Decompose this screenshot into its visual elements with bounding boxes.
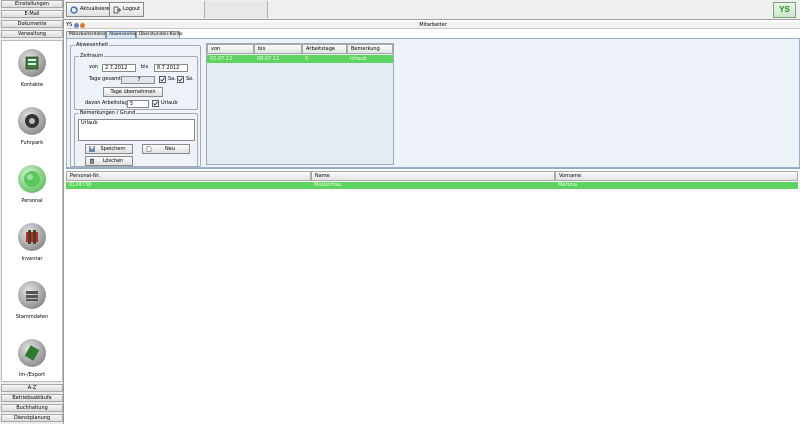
- module-label: Im-/Export: [18, 372, 46, 378]
- saturday-checkbox[interactable]: [159, 76, 166, 83]
- absence-col-bis[interactable]: bis: [254, 44, 302, 54]
- left-navigation: Einstellungen E-Mail Dokumente Verwaltun…: [0, 0, 64, 424]
- from-label: von: [89, 64, 99, 70]
- module-label: Personal: [21, 198, 43, 204]
- new-document-icon: [146, 146, 152, 152]
- absence-col-bemerkung[interactable]: Bemerkung: [347, 44, 393, 54]
- check-icon: [153, 101, 158, 106]
- absence-cell-von: 02.07.12: [210, 56, 233, 62]
- check-icon: [160, 77, 165, 82]
- nav-betriebsablaeufe[interactable]: Betriebsabläufe: [1, 394, 63, 402]
- period-group: Zeitraum von 2.7.2012 bis 8.7.2012 Tage …: [74, 53, 198, 110]
- delete-button[interactable]: Löschen: [85, 156, 133, 166]
- employee-cell-vorname: Martina: [558, 182, 578, 188]
- apply-days-button[interactable]: Tage übernehmen: [103, 87, 163, 97]
- absence-col-von[interactable]: von: [207, 44, 254, 54]
- workdays-label: davon Arbeitstage: [85, 100, 131, 106]
- module-label: Kontakte: [20, 82, 44, 88]
- nav-verwaltung[interactable]: Verwaltung: [1, 30, 63, 38]
- app-logo: YS: [773, 2, 796, 18]
- nav-dienstplanung[interactable]: Dienstplanung: [1, 414, 63, 422]
- remarks-group: Bemerkungen / Grund Urlaub Speichern Neu…: [74, 110, 198, 167]
- period-group-title: Zeitraum: [79, 53, 105, 59]
- sunday-label: So.: [186, 76, 194, 82]
- employee-cell-personal-nr: 0124738: [69, 182, 92, 188]
- absence-col-arbeitstage[interactable]: Arbeitstage: [302, 44, 347, 54]
- toolbar-separator: [204, 1, 268, 18]
- absence-group: Abwesenheit Zeitraum von 2.7.2012 bis 8.…: [70, 42, 201, 167]
- refresh-icon: [70, 6, 78, 14]
- from-date-input[interactable]: 2.7.2012: [102, 64, 136, 72]
- total-days-field: 7: [121, 76, 155, 84]
- employee-col-vorname[interactable]: Vorname: [555, 171, 798, 181]
- new-label: Neu: [165, 146, 175, 152]
- total-days-label: Tage gesamt: [89, 76, 121, 82]
- save-icon: [89, 146, 95, 152]
- employee-col-personal-nr[interactable]: Personal-Nr.: [66, 171, 311, 181]
- module-stammdaten[interactable]: Stammdaten: [2, 281, 62, 333]
- save-button[interactable]: Speichern: [85, 144, 133, 154]
- logout-label: Logout: [123, 6, 141, 12]
- fleet-icon: [18, 107, 46, 135]
- workdays-input[interactable]: 5: [127, 100, 149, 108]
- absence-group-title: Abwesenheit: [75, 42, 110, 48]
- window-title: Mitarbeiter: [419, 22, 447, 28]
- trash-icon: [89, 158, 95, 164]
- window-title-bar: Mitarbeiter YS: [66, 22, 800, 29]
- master-data-icon: [18, 281, 46, 309]
- delete-label: Löschen: [102, 158, 124, 164]
- logout-icon: [113, 6, 121, 14]
- employee-cell-name: Musterfrau: [314, 182, 342, 188]
- refresh-label: Aktualisieren: [80, 6, 113, 12]
- tab-ueberstunden-konto[interactable]: Überstunden-Konto: [136, 31, 183, 38]
- module-label: Stammdaten: [15, 314, 49, 320]
- module-inventar[interactable]: Inventar: [2, 223, 62, 275]
- saturday-label: Sa.: [168, 76, 176, 82]
- window-minimize-icon[interactable]: [74, 23, 79, 28]
- nav-email[interactable]: E-Mail: [1, 10, 63, 18]
- employee-list: Personal-Nr. Name Vorname 0124738 Muster…: [66, 168, 800, 424]
- absence-cell-bemerkung: Urlaub: [350, 56, 367, 62]
- to-date-input[interactable]: 8.7.2012: [154, 64, 188, 72]
- nav-a-z[interactable]: A-Z: [1, 384, 63, 392]
- sunday-checkbox[interactable]: [177, 76, 184, 83]
- check-icon: [178, 77, 183, 82]
- table-row[interactable]: 0124738 Musterfrau Martina: [66, 182, 798, 189]
- vacation-checkbox[interactable]: [152, 100, 159, 107]
- window-user-abbrev: YS: [66, 22, 73, 28]
- tab-mitarbeiterdaten[interactable]: Mitarbeiterdaten: [66, 31, 107, 38]
- toolbar: Aktualisieren Logout YS: [64, 0, 800, 20]
- nav-einstellungen[interactable]: Einstellungen: [1, 0, 63, 8]
- nav-dokumente[interactable]: Dokumente: [1, 20, 63, 28]
- remarks-textarea[interactable]: Urlaub: [78, 119, 195, 141]
- module-personal[interactable]: Personal: [2, 165, 62, 217]
- nav-buchhaltung[interactable]: Buchhaltung: [1, 404, 63, 412]
- window-close-icon[interactable]: [80, 23, 85, 28]
- module-label: Inventar: [21, 256, 43, 262]
- module-kontakte[interactable]: Kontakte: [2, 49, 62, 101]
- table-row[interactable]: 02.07.12 08.07.12 5 Urlaub: [207, 55, 393, 63]
- absence-cell-bis: 08.07.12: [257, 56, 280, 62]
- inventory-icon: [18, 223, 46, 251]
- personnel-icon: [18, 165, 46, 193]
- module-fuhrpark[interactable]: Fuhrpark: [2, 107, 62, 159]
- to-label: bis: [141, 64, 149, 70]
- module-panel: Kontakte Fuhrpark Personal Inventar Stam…: [1, 40, 63, 382]
- tab-abwesenheit[interactable]: Abwesenheit: [106, 31, 138, 38]
- import-export-icon: [18, 339, 46, 367]
- contacts-icon: [18, 49, 46, 77]
- logout-button[interactable]: Logout: [109, 2, 145, 17]
- vacation-label: Urlaub: [161, 100, 178, 106]
- absence-panel: Abwesenheit Zeitraum von 2.7.2012 bis 8.…: [66, 38, 800, 168]
- module-label: Fuhrpark: [20, 140, 44, 146]
- absence-cell-arbeitstage: 5: [305, 56, 309, 62]
- new-button[interactable]: Neu: [142, 144, 190, 154]
- save-label: Speichern: [100, 146, 126, 152]
- remarks-group-title: Bemerkungen / Grund: [79, 110, 137, 116]
- employee-col-name[interactable]: Name: [311, 171, 555, 181]
- absence-table: von bis Arbeitstage Bemerkung 02.07.12 0…: [206, 43, 394, 165]
